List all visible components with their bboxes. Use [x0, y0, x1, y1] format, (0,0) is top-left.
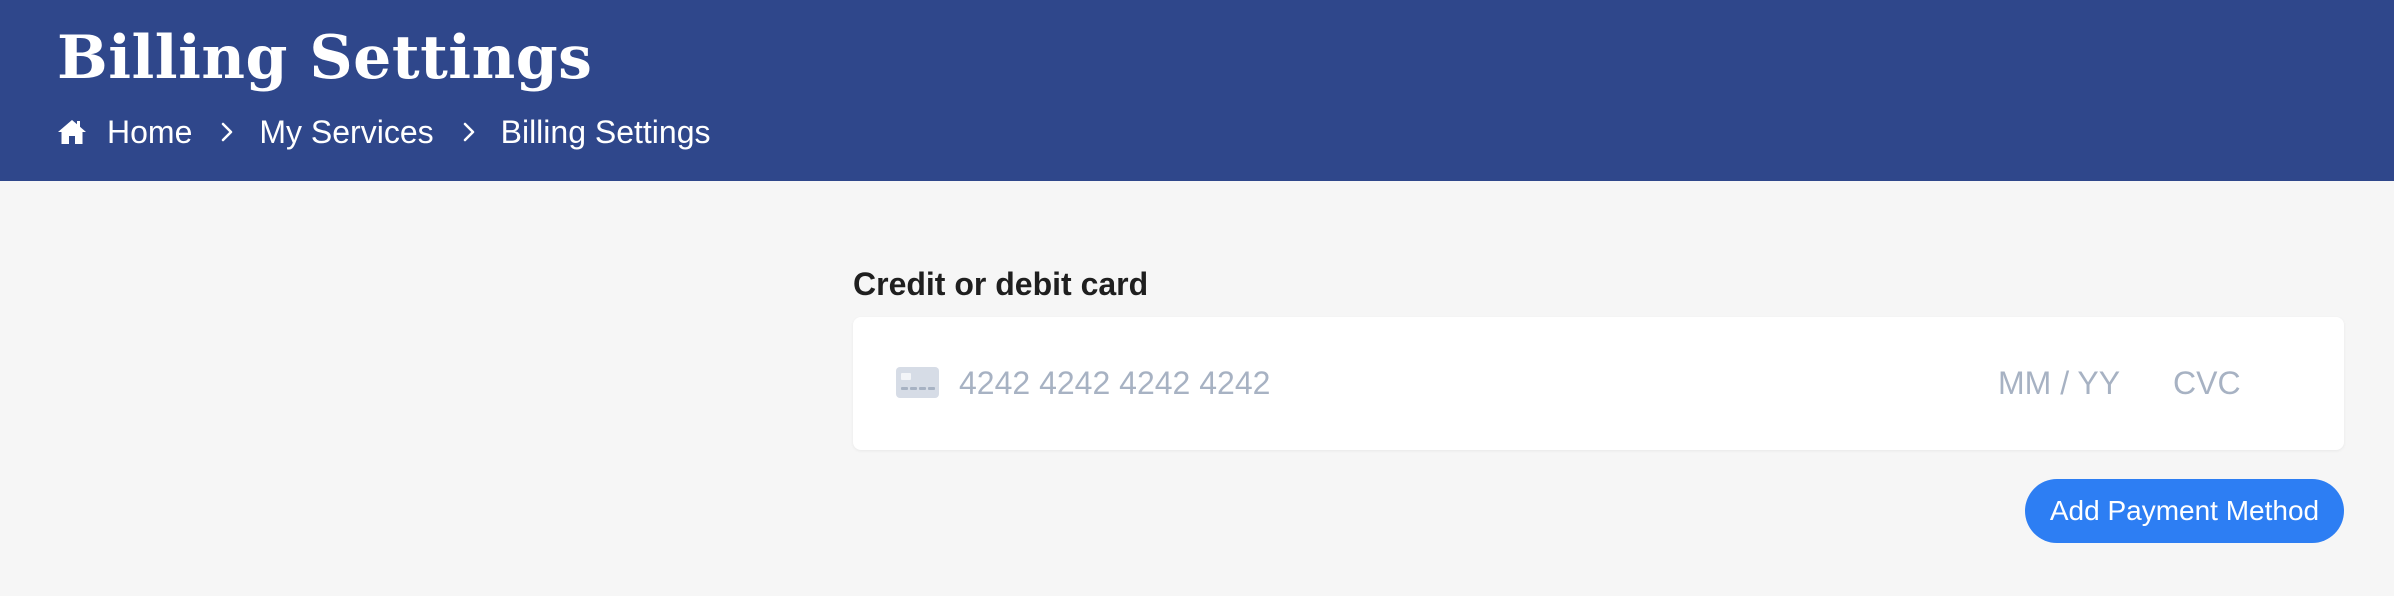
home-icon[interactable]: [57, 118, 87, 146]
card-cvc-input[interactable]: CVC: [2173, 361, 2241, 405]
add-payment-method-button[interactable]: Add Payment Method: [2025, 479, 2344, 543]
breadcrumb-my-services[interactable]: My Services: [259, 114, 433, 151]
breadcrumb-current: Billing Settings: [500, 113, 711, 150]
chevron-right-icon: [462, 121, 476, 143]
card-input-container[interactable]: 4242 4242 4242 4242 MM / YY CVC: [853, 317, 2344, 450]
credit-card-icon: [896, 367, 939, 398]
breadcrumb: Home My Services Billing Settings: [57, 110, 711, 154]
card-field-label: Credit or debit card: [853, 266, 1149, 302]
card-expiry-input[interactable]: MM / YY: [1998, 361, 2120, 405]
breadcrumb-home[interactable]: Home: [107, 114, 192, 151]
page-header: Billing Settings Home My Services Billin…: [0, 0, 2394, 181]
card-number-input[interactable]: 4242 4242 4242 4242: [959, 361, 1270, 405]
page-title: Billing Settings: [57, 23, 593, 93]
chevron-right-icon: [220, 121, 234, 143]
